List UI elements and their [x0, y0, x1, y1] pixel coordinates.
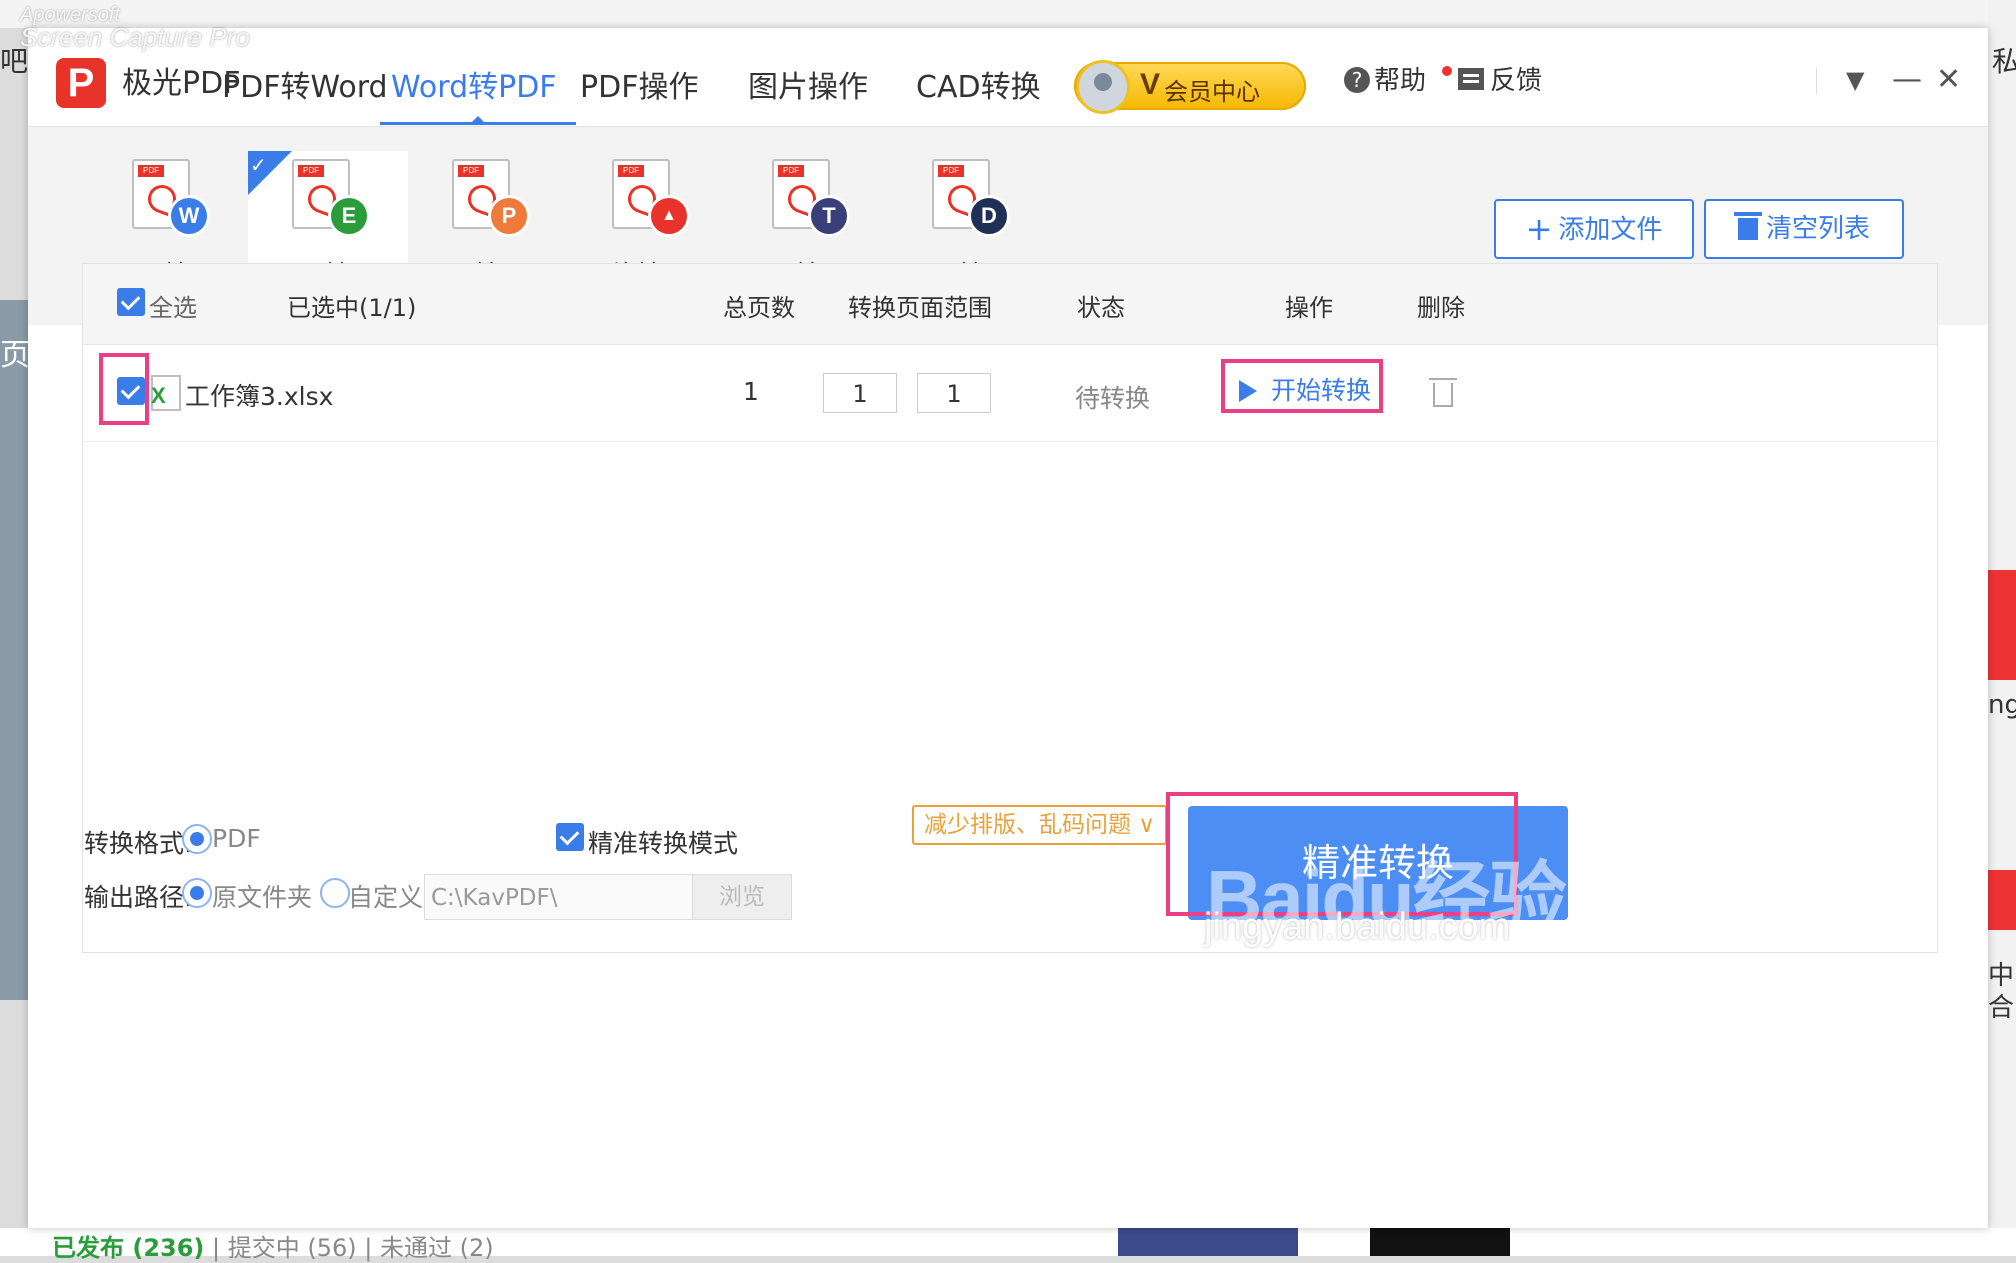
excel-badge-icon: E [328, 195, 370, 237]
background-bottom-stats: 已发布 (236) | 提交中 (56) | 未通过 (2) [52, 1228, 494, 1263]
image-badge-icon: ▲ [648, 195, 690, 237]
feedback-button[interactable]: 反馈 [1458, 60, 1542, 97]
stat-divider: | [212, 1234, 228, 1262]
background-right-ng: ng [1988, 690, 2016, 720]
tab-word-to-pdf[interactable]: Word转PDF [391, 62, 557, 106]
background-bottom-block-2 [1370, 1228, 1510, 1256]
excel-file-icon: X [151, 375, 181, 411]
header-operation: 操作 [1285, 294, 1333, 322]
app-window: P 极光PDF PDF转Word Word转PDF PDF操作 图片操作 CAD… [28, 28, 1988, 1228]
background-right-red-block [1988, 570, 2016, 680]
delete-row-icon[interactable] [1429, 378, 1457, 407]
format-pdf-radio[interactable] [182, 824, 212, 854]
add-file-button[interactable]: + 添加文件 [1494, 199, 1694, 259]
notification-dot [1442, 66, 1452, 76]
browse-button[interactable]: 浏览 [692, 874, 792, 920]
output-custom-label[interactable]: 自定义 [348, 878, 423, 914]
output-custom-radio[interactable] [320, 878, 350, 908]
file-table: 全选 已选中(1/1) 总页数 转换页面范围 状态 操作 删除 X 工作簿3.x… [82, 263, 1938, 953]
selected-check-icon: ✓ [248, 151, 292, 195]
baidu-watermark-url: jingyan.baidu.com [1204, 906, 1511, 948]
header-total-pages: 总页数 [723, 294, 795, 322]
help-label: 帮助 [1374, 66, 1427, 96]
close-button[interactable]: ✕ [1936, 62, 1961, 97]
background-right-zh: 中 合 [1988, 960, 2014, 1024]
add-file-label: 添加文件 [1558, 215, 1663, 245]
vip-center-label: 会员中心 [1164, 78, 1260, 106]
tab-cad-conversion[interactable]: CAD转换 [916, 62, 1041, 106]
output-original-radio[interactable] [182, 878, 212, 908]
minimize-button[interactable]: — [1892, 62, 1922, 97]
precise-mode-dropdown[interactable]: 减少排版、乱码问题 ∨ [912, 805, 1168, 845]
output-original-label[interactable]: 原文件夹 [212, 878, 312, 914]
background-left-strip: 页 [0, 300, 30, 1000]
avatar[interactable] [1076, 60, 1130, 114]
rejected-count[interactable]: 未通过 (2) [380, 1234, 494, 1262]
background-bottom-bar: 已发布 (236) | 提交中 (56) | 未通过 (2) [0, 1228, 2016, 1262]
output-path-label: 输出路径: [84, 883, 193, 912]
background-top-bar [0, 0, 2016, 28]
selected-count: 已选中(1/1) [287, 294, 417, 322]
highlight-box-start [1221, 359, 1383, 413]
screen-capture-watermark: Apowersoft Screen Capture Pro [20, 4, 250, 52]
highlight-box-checkbox [99, 353, 149, 425]
format-label: 转换格式: [84, 829, 193, 858]
background-bottom-block [1118, 1228, 1298, 1256]
background-left-strip-text: 页 [0, 338, 30, 373]
feedback-icon [1458, 68, 1484, 90]
header-page-range: 转换页面范围 [848, 294, 992, 322]
feedback-label: 反馈 [1490, 66, 1543, 96]
watermark-line-2: Screen Capture Pro [20, 22, 250, 52]
clear-list-label: 清空列表 [1765, 214, 1870, 244]
table-row: X 工作簿3.xlsx 1 1 1 待转换 开始转换 [83, 345, 1937, 442]
select-all-checkbox[interactable] [117, 288, 145, 316]
tab-pdf-operations[interactable]: PDF操作 [580, 62, 698, 106]
vip-v-icon: V [1140, 68, 1161, 101]
precise-mode-checkbox[interactable] [556, 823, 584, 851]
help-button[interactable]: ? 帮助 [1344, 60, 1426, 97]
help-icon: ? [1344, 67, 1370, 93]
cad-badge-icon: D [968, 195, 1010, 237]
background-right-text: 私 [1992, 45, 2016, 78]
published-count[interactable]: 已发布 (236) [52, 1234, 204, 1262]
background-right-panel: 私 ng 中 合 [1988, 0, 2016, 1256]
active-tab-indicator [380, 116, 576, 125]
background-right-red-block-2 [1988, 870, 2016, 930]
background-right-zh-2: 合 [1988, 993, 2015, 1023]
table-header: 全选 已选中(1/1) 总页数 转换页面范围 状态 操作 删除 [83, 264, 1937, 345]
txt-badge-icon: T [808, 195, 850, 237]
plus-icon: + [1525, 210, 1553, 248]
word-badge-icon: W [168, 195, 210, 237]
ppt-badge-icon: P [488, 195, 530, 237]
select-all-label[interactable]: 全选 [149, 288, 197, 323]
title-bar: P 极光PDF PDF转Word Word转PDF PDF操作 图片操作 CAD… [28, 28, 1988, 127]
titlebar-divider [1816, 68, 1817, 94]
background-right-zh-1: 中 [1988, 961, 2015, 991]
trash-icon [1733, 212, 1762, 240]
stat-divider: | [364, 1234, 381, 1262]
file-name: 工作簿3.xlsx [185, 382, 334, 411]
format-pdf-label[interactable]: PDF [212, 824, 261, 853]
total-pages-value: 1 [743, 377, 759, 406]
header-delete: 删除 [1417, 294, 1465, 322]
precise-mode-label[interactable]: 精准转换模式 [588, 824, 738, 860]
tab-image-operations[interactable]: 图片操作 [748, 62, 868, 106]
header-status: 状态 [1077, 294, 1125, 322]
page-range-to-input[interactable]: 1 [917, 373, 991, 413]
app-logo-icon: P [56, 58, 106, 108]
status-badge: 待转换 [1075, 384, 1151, 413]
page-range-from-input[interactable]: 1 [823, 373, 897, 413]
clear-list-button[interactable]: 清空列表 [1704, 199, 1904, 259]
vip-center-button[interactable]: V 会员中心 [1074, 60, 1306, 114]
submitting-count[interactable]: 提交中 (56) [228, 1234, 357, 1262]
tab-pdf-to-word[interactable]: PDF转Word [222, 62, 388, 106]
menu-dropdown-icon[interactable]: ▼ [1846, 66, 1864, 94]
